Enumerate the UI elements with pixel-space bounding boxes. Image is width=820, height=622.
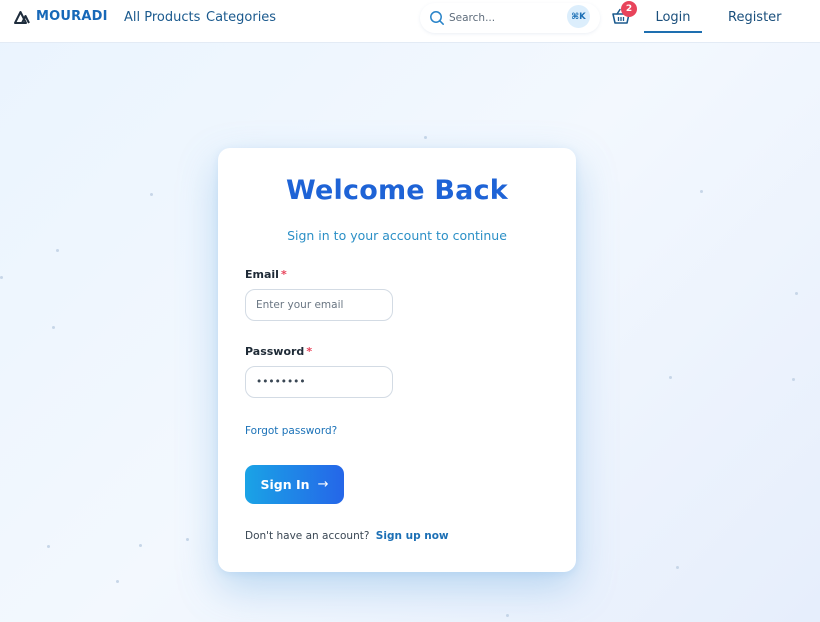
logo-mark-icon [14,10,30,24]
background-dot [676,566,679,569]
background-dot [506,614,509,617]
background-dot [52,326,55,329]
nav-login-tab[interactable]: Login [644,0,702,33]
top-navbar: MOURADI All Products Categories ⌘K 2 Log… [0,0,820,43]
cart-count-badge: 2 [621,1,637,17]
email-label-text: Email [245,268,279,281]
arrow-right-icon: → [317,477,329,492]
required-mark: * [280,268,287,281]
required-mark: * [306,345,313,358]
background-dot [424,136,427,139]
signup-prompt: Don't have an account? Sign up now [245,530,449,542]
background-dot [47,545,50,548]
login-card: Welcome Back Sign in to your account to … [218,148,576,572]
sign-in-button[interactable]: Sign In → [245,465,344,504]
password-field[interactable] [245,366,393,398]
background-dot [792,378,795,381]
search-icon [430,11,444,25]
background-dot [56,249,59,252]
background-dot [150,193,153,196]
forgot-password-link[interactable]: Forgot password? [245,425,337,437]
brand-name: MOURADI [36,9,108,24]
password-label-text: Password [245,345,305,358]
background-dot [669,376,672,379]
login-subtitle: Sign in to your account to continue [287,228,507,243]
background-dot [700,190,703,193]
background-dot [139,544,142,547]
sign-in-label: Sign In [260,477,310,492]
sign-up-link[interactable]: Sign up now [376,530,449,542]
password-label: Password * [245,345,312,358]
nav-link-all-products[interactable]: All Products [124,10,200,25]
background-dot [0,276,3,279]
signup-prompt-text: Don't have an account? [245,530,370,542]
email-label: Email * [245,268,287,281]
background-dot [795,292,798,295]
search-input[interactable] [449,9,559,27]
background-dot [116,580,119,583]
brand-logo[interactable]: MOURADI [14,9,108,24]
nav-link-categories[interactable]: Categories [206,10,276,25]
email-field[interactable] [245,289,393,321]
background-dot [186,538,189,541]
login-title: Welcome Back [286,175,508,206]
keyboard-shortcut-badge: ⌘K [567,5,590,28]
nav-register-link[interactable]: Register [728,10,782,25]
